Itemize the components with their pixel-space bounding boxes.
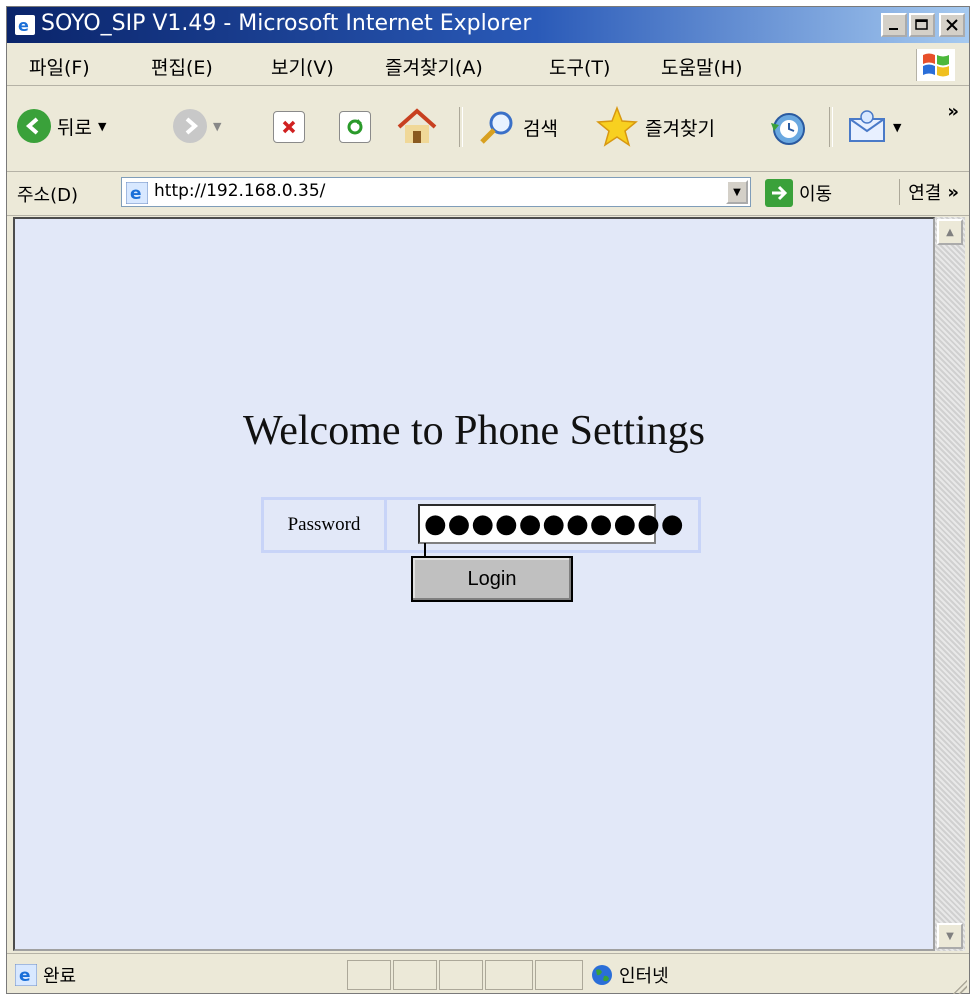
status-panel [535,960,583,990]
status-panel [439,960,483,990]
vertical-scrollbar[interactable]: ▲ ▼ [935,217,965,951]
svg-text:e: e [18,16,29,35]
address-dropdown-button[interactable]: ▼ [726,180,748,204]
links-label: 연결 [899,179,941,205]
status-panel [393,960,437,990]
page-heading: Welcome to Phone Settings [242,408,706,454]
browser-window: e SOYO_SIP V1.49 - Microsoft Internet Ex… [6,6,970,994]
search-icon [480,111,513,144]
address-url: http://192.168.0.35/ [154,181,326,201]
maximize-icon [915,19,928,30]
menu-view[interactable]: 보기(V) [271,53,334,80]
zone-text: 인터넷 [619,966,669,987]
status-panel [485,960,533,990]
page-status-icon: e [15,964,37,986]
menu-tools[interactable]: 도구(T) [549,53,610,80]
scroll-up-button[interactable]: ▲ [937,219,963,245]
resize-grip[interactable] [951,978,967,994]
forward-dropdown-icon[interactable]: ▼ [213,120,221,133]
toolbar-separator-2 [829,107,833,147]
stop-icon [273,111,305,143]
windows-logo [916,49,955,81]
status-bar: e 완료 인터넷 [7,953,969,996]
svg-text:e: e [130,184,142,204]
address-input[interactable]: e http://192.168.0.35/ ▼ [121,177,751,207]
go-button[interactable]: 이동 [765,179,832,207]
globe-icon [592,965,612,985]
menu-help[interactable]: 도움말(H) [661,53,743,80]
favorites-star-icon [596,105,638,147]
menu-favorites[interactable]: 즐겨찾기(A) [385,53,483,80]
ie-icon: e [15,15,35,35]
toolbar-more-chevron[interactable]: » [947,101,959,122]
minimize-icon [889,28,898,30]
scroll-down-button[interactable]: ▼ [937,923,963,949]
window-title: SOYO_SIP V1.49 - Microsoft Internet Expl… [41,11,532,36]
menu-file[interactable]: 파일(F) [29,53,90,80]
chevron-down-icon: ▼ [946,930,954,942]
back-label: 뒤로 [57,116,92,139]
forward-arrow-icon [173,109,207,143]
home-icon [397,108,437,143]
page-ie-icon: e [126,182,148,204]
go-arrow-icon [765,179,793,207]
forward-button[interactable]: ▼ [173,109,221,143]
mail-dropdown-icon[interactable]: ▼ [893,121,901,134]
maximize-button[interactable] [909,13,935,37]
password-label: Password [264,500,387,550]
password-table: Password ●●●●●●●●●●● [261,497,701,571]
links-more-chevron[interactable]: » [947,182,959,203]
login-button[interactable]: Login [411,556,573,602]
close-button[interactable] [939,13,965,37]
back-button[interactable]: 뒤로 ▼ [17,109,106,143]
favorites-button[interactable]: 즐겨찾기 [595,105,715,149]
history-icon [771,113,805,145]
password-field[interactable]: ●●●●●●●●●●● [418,504,684,571]
windows-flag-icon [923,53,949,77]
back-arrow-icon [17,109,51,143]
toolbar-separator [459,107,463,147]
chevron-down-icon: ▼ [733,186,741,198]
history-button[interactable] [769,109,809,149]
favorites-label: 즐겨찾기 [645,117,715,140]
address-bar: 주소(D) e http://192.168.0.35/ ▼ 이동 연결 » [7,171,969,216]
address-label: 주소(D) [17,185,79,206]
go-label: 이동 [799,184,833,205]
security-zone: 인터넷 [591,962,669,988]
status-text: 완료 [43,966,77,987]
close-icon [946,19,958,31]
links-button[interactable]: 연결 » [899,179,959,205]
refresh-button[interactable] [339,111,371,143]
mail-button[interactable]: ▼ [847,109,901,145]
page-content: Welcome to Phone Settings Password ●●●●●… [13,217,935,951]
stop-button[interactable] [273,111,305,143]
search-button[interactable]: 검색 [477,107,558,147]
chevron-up-icon: ▲ [946,226,954,238]
status-panel [347,960,391,990]
title-bar: e SOYO_SIP V1.49 - Microsoft Internet Ex… [7,7,969,43]
toolbar: 뒤로 ▼ ▼ 검색 즐겨찾기 ▼ » [7,87,969,172]
search-label: 검색 [523,117,558,140]
menu-bar: 파일(F) 편집(E) 보기(V) 즐겨찾기(A) 도구(T) 도움말(H) [7,45,969,86]
password-value: ●●●●●●●●●●● [424,509,685,539]
minimize-button[interactable] [881,13,907,37]
refresh-icon [339,111,371,143]
back-dropdown-icon[interactable]: ▼ [98,120,106,133]
svg-text:e: e [19,966,31,986]
menu-edit[interactable]: 편집(E) [151,53,213,80]
mail-icon [849,110,885,142]
home-button[interactable] [395,105,439,149]
